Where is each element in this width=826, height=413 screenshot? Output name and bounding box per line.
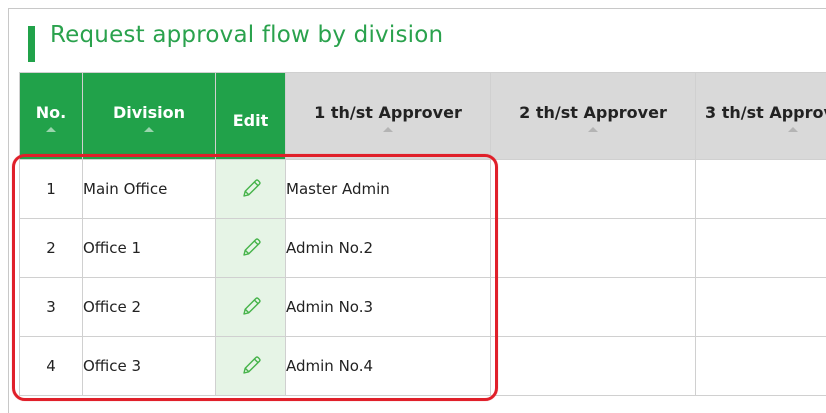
column-header-no-label: No. (20, 73, 82, 122)
sort-ascending-icon[interactable] (144, 127, 154, 132)
table-row: 1 Main Office Master Admin (20, 160, 826, 219)
approver-2-cell (491, 337, 696, 396)
row-number: 3 (20, 278, 83, 337)
approver-1-cell: Master Admin (286, 160, 491, 219)
row-number: 1 (20, 160, 83, 219)
title-accent-bar (28, 26, 35, 62)
approver-1-cell: Admin No.4 (286, 337, 491, 396)
division-name: Office 1 (83, 219, 216, 278)
approver-1-cell: Admin No.3 (286, 278, 491, 337)
section-title: Request approval flow by division (50, 22, 443, 48)
column-header-edit-label: Edit (216, 73, 285, 130)
column-header-division-label: Division (83, 73, 215, 122)
approver-2-cell (491, 160, 696, 219)
approver-2-cell (491, 219, 696, 278)
pencil-icon[interactable] (239, 177, 263, 201)
approver-3-cell (696, 219, 826, 278)
approver-3-cell (696, 278, 826, 337)
pencil-icon[interactable] (239, 236, 263, 260)
approver-3-cell (696, 337, 826, 396)
column-header-approver-1-label: 1 th/st Approver (286, 73, 490, 122)
edit-cell[interactable] (216, 160, 286, 219)
sort-ascending-icon[interactable] (383, 127, 393, 132)
column-header-approver-2-label: 2 th/st Approver (491, 73, 695, 122)
division-name: Office 3 (83, 337, 216, 396)
approval-flow-table: No. Division Edit 1 th/st Approver 2 th/… (19, 72, 826, 396)
approver-1-cell: Admin No.2 (286, 219, 491, 278)
screenshot-frame: Request approval flow by division No. Di… (0, 0, 826, 412)
sort-ascending-icon[interactable] (788, 127, 798, 132)
edit-cell[interactable] (216, 219, 286, 278)
approver-2-cell (491, 278, 696, 337)
column-header-no[interactable]: No. (20, 73, 83, 160)
edit-cell[interactable] (216, 278, 286, 337)
table-header-row: No. Division Edit 1 th/st Approver 2 th/… (20, 73, 826, 160)
division-name: Main Office (83, 160, 216, 219)
column-header-approver-1[interactable]: 1 th/st Approver (286, 73, 491, 160)
table-row: 4 Office 3 Admin No.4 (20, 337, 826, 396)
column-header-approver-2[interactable]: 2 th/st Approver (491, 73, 696, 160)
division-name: Office 2 (83, 278, 216, 337)
pencil-icon[interactable] (239, 354, 263, 378)
table-row: 2 Office 1 Admin No.2 (20, 219, 826, 278)
approver-3-cell (696, 160, 826, 219)
row-number: 4 (20, 337, 83, 396)
row-number: 2 (20, 219, 83, 278)
column-header-division[interactable]: Division (83, 73, 216, 160)
column-header-approver-3-label: 3 th/st Approver (696, 73, 826, 122)
column-header-approver-3[interactable]: 3 th/st Approver (696, 73, 826, 160)
sort-ascending-icon[interactable] (46, 127, 56, 132)
table-row: 3 Office 2 Admin No.3 (20, 278, 826, 337)
sort-ascending-icon[interactable] (588, 127, 598, 132)
edit-cell[interactable] (216, 337, 286, 396)
pencil-icon[interactable] (239, 295, 263, 319)
column-header-edit: Edit (216, 73, 286, 160)
